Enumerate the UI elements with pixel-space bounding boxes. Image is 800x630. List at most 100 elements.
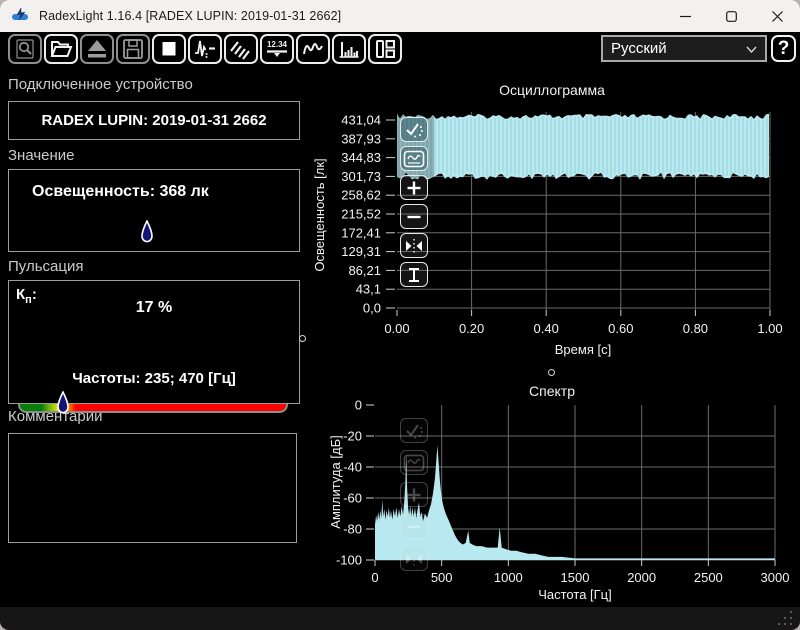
spec-zoom-in-button[interactable] [400,482,428,507]
waveform-view-icon [301,38,325,60]
osc-autoscale-button[interactable] [400,117,428,142]
pulsation-section-label: Пульсация [8,258,83,275]
spec-y-tick-label: 0 [355,398,362,413]
minimize-button[interactable] [662,0,708,32]
layout-view-icon [373,38,397,60]
pulsation-hatch-button[interactable] [224,34,258,64]
osc-x-tick-label: 0.60 [608,321,633,336]
save-icon [121,38,145,60]
panel-splitter-grip[interactable] [299,335,306,342]
eject-device-button[interactable] [80,34,114,64]
spec-autoscale-button[interactable] [400,418,428,443]
pulse-curve-button[interactable] [188,34,222,64]
spec-y-tick-label: -60 [343,491,362,506]
oscillogram-title: Осциллограмма [499,82,605,98]
spectrum-view-button[interactable] [332,34,366,64]
pulsation-box: Кп: 17 % Частоты: 235; 470 [Гц] [8,280,300,404]
window-title: RadexLight 1.16.4 [RADEX LUPIN: 2019-01-… [39,9,341,23]
layout-view-button[interactable] [368,34,402,64]
osc-y-tick-label: 387,93 [341,131,381,146]
osc-x-axis-label: Время [с] [555,342,611,357]
language-select[interactable]: Русский [601,35,767,62]
osc-x-tick-label: 1.00 [757,321,782,336]
titlebar: RadexLight 1.16.4 [RADEX LUPIN: 2019-01-… [0,0,800,32]
frequencies-value: Частоты: 235; 470 [Гц] [9,370,299,387]
language-select-value: Русский [611,40,746,57]
waveform-view-button[interactable] [296,34,330,64]
spec-x-tick-label: 3000 [761,570,790,585]
spec-fit-horizontal-button[interactable] [400,546,428,571]
spec-y-tick-label: -100 [336,553,362,568]
device-section-label: Подключенное устройство [8,76,193,93]
osc-fit-vertical-button[interactable] [400,262,428,287]
osc-y-tick-label: 301,73 [341,169,381,184]
spec-x-tick-label: 2000 [627,570,656,585]
osc-fit-wave-button[interactable] [400,146,428,171]
svg-text:12.34: 12.34 [267,40,288,49]
spec-x-tick-label: 1500 [561,570,590,585]
device-name: RADEX LUPIN: 2019-01-31 2662 [41,112,266,129]
app-window: RadexLight 1.16.4 [RADEX LUPIN: 2019-01-… [0,0,800,630]
osc-y-tick-label: 86,21 [348,263,381,278]
illuminance-marker-icon [141,220,153,243]
spectrum-trace [375,445,775,560]
open-file-icon [49,38,73,60]
osc-y-tick-label: 43,1 [356,282,381,297]
zoom-button[interactable] [8,34,42,64]
spec-x-tick-label: 500 [431,570,453,585]
chart-splitter-grip[interactable] [548,369,555,376]
value-section-label: Значение [8,147,75,164]
spec-y-tick-label: -80 [343,522,362,537]
numeric-display-icon: 12.34 [264,38,290,60]
toolbar: 12.34 [0,32,800,66]
spec-x-axis-label: Частота [Гц] [538,587,612,602]
spec-y-tick-label: -20 [343,429,362,444]
stop-button[interactable] [152,34,186,64]
app-logo-icon [11,7,31,25]
osc-zoom-out-button[interactable] [400,204,428,229]
kp-value: 17 % [9,299,299,317]
osc-y-tick-label: 0,0 [363,301,381,316]
spec-zoom-out-button[interactable] [400,514,428,539]
osc-y-tick-label: 129,31 [341,244,381,259]
osc-x-tick-label: 0.40 [534,321,559,336]
pulsation-marker-icon [57,391,69,414]
stop-icon [157,38,181,60]
osc-y-tick-label: 172,41 [341,225,381,240]
spectrum-view-icon [337,38,361,60]
spec-y-tick-label: -40 [343,460,362,475]
numeric-display-button[interactable]: 12.34 [260,34,294,64]
value-box: Освещенность: 368 лк [8,169,300,252]
osc-y-tick-label: 215,52 [341,207,381,222]
osc-y-tick-label: 431,04 [341,113,381,128]
device-box: RADEX LUPIN: 2019-01-31 2662 [8,101,300,140]
main-area: 0,0 43,1 86,21 129,31 172,41 215,52 258,62 301,… [0,66,800,607]
spec-fit-wave-button[interactable] [400,450,428,475]
spec-x-tick-label: 0 [371,570,378,585]
close-button[interactable] [754,0,800,32]
chevron-down-icon [746,40,757,58]
eject-device-icon [85,38,109,60]
help-button[interactable]: ? [771,35,796,62]
status-bar [0,607,800,630]
spec-y-axis-label: Амплитуда [дБ] [328,435,343,528]
comments-input[interactable] [8,433,297,543]
illuminance-reading: Освещенность: 368 лк [32,183,209,201]
comments-section-label: Комментарии [8,408,102,425]
spec-x-tick-label: 1000 [494,570,523,585]
resize-grip[interactable] [778,611,792,625]
spectrum-title: Спектр [529,383,575,399]
osc-x-tick-label: 0.00 [384,321,409,336]
pulse-curve-icon [193,38,217,60]
save-button[interactable] [116,34,150,64]
maximize-button[interactable] [708,0,754,32]
osc-zoom-in-button[interactable] [400,175,428,200]
spec-x-tick-label: 2500 [694,570,723,585]
osc-x-tick-label: 0.20 [459,321,484,336]
open-file-button[interactable] [44,34,78,64]
pulsation-hatch-icon [229,38,253,60]
osc-y-tick-label: 258,62 [341,188,381,203]
osc-y-axis-label: Освещенность [лк] [312,158,327,271]
osc-fit-horizontal-button[interactable] [400,233,428,258]
osc-x-tick-label: 0.80 [683,321,708,336]
